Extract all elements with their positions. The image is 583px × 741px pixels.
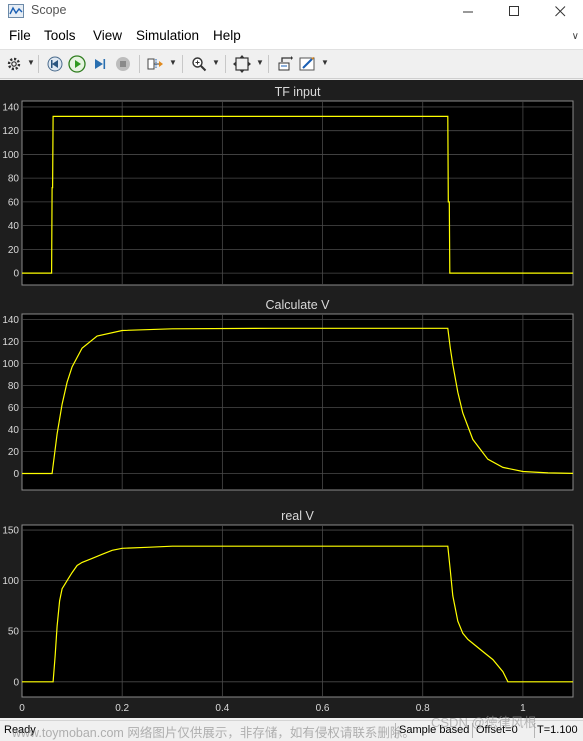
y-tick-label: 0 [13,677,19,688]
minimize-button[interactable] [445,0,491,22]
highlight-icon [299,57,315,71]
y-tick-label: 80 [8,381,20,392]
y-tick-label: 50 [8,627,20,638]
axes-background [21,100,574,286]
status-ready: Ready [4,724,36,736]
restore-layout-icon [278,56,293,71]
menu-view[interactable]: View [93,28,122,43]
status-sample-mode: Sample based [399,724,470,736]
status-time: T=1.100 [537,724,578,736]
x-tick-label: 0.4 [215,703,229,714]
y-tick-label: 140 [2,102,19,113]
x-tick-label: 0.8 [416,703,430,714]
toolbar-separator [38,55,39,73]
plot-title: Calculate V [266,298,331,312]
close-button[interactable] [537,0,583,22]
step-back-icon [47,56,63,72]
step-back-button[interactable] [45,54,65,74]
gear-icon [7,57,21,71]
x-tick-label: 0 [19,703,25,714]
highlight-dropdown-icon[interactable]: ▼ [321,59,329,67]
stop-button[interactable] [113,54,133,74]
settings-button[interactable] [4,54,24,74]
y-tick-label: 100 [2,359,19,370]
maximize-icon [508,5,519,16]
status-divider [395,723,396,738]
signal-select-dropdown-icon[interactable]: ▼ [169,59,177,67]
menu-tools[interactable]: Tools [44,28,76,43]
toolbar: ▼ ▼ ▼ ▼ ▼ [0,50,583,79]
y-tick-label: 40 [8,425,20,436]
plot-title: real V [281,509,314,523]
y-tick-label: 40 [8,221,20,232]
status-divider [472,723,473,738]
y-tick-label: 100 [2,150,19,161]
x-tick-label: 1 [520,703,526,714]
x-tick-label: 0.2 [115,703,129,714]
zoom-dropdown-icon[interactable]: ▼ [212,59,220,67]
menu-file[interactable]: File [9,28,31,43]
toolbar-separator [268,55,269,73]
axes-background [21,313,574,491]
x-tick-label: 0.6 [316,703,330,714]
menu-simulation[interactable]: Simulation [136,28,199,43]
run-icon [68,55,86,73]
title-bar: Scope [0,0,583,22]
scope-plot-area: TF input 0 20 40 60 80 100 120 140 Calculate V 0 20… [0,80,583,718]
signal-select-icon [147,58,163,70]
status-bar: Ready Sample based Offset=0 T=1.100 [0,720,583,740]
y-tick-label: 100 [2,576,19,587]
status-offset: Offset=0 [476,724,518,736]
autoscale-button[interactable] [232,54,252,74]
step-forward-icon [95,59,106,69]
y-tick-label: 80 [8,174,20,185]
toolbar-separator [225,55,226,73]
signal-select-button[interactable] [146,54,166,74]
axes-background [21,524,574,698]
autoscale-icon [233,55,251,73]
scope-app-icon [8,4,24,18]
y-tick-label: 120 [2,337,19,348]
y-tick-label: 20 [8,245,20,256]
menu-bar: File Tools View Simulation Help ∨ [0,22,583,50]
menu-collapse-icon[interactable]: ∨ [572,31,579,42]
scope-plots-svg: TF input020406080100120140Calculate V020… [0,80,583,718]
y-tick-label: 120 [2,126,19,137]
minimize-icon [462,11,473,12]
y-tick-label: 150 [2,526,19,537]
y-tick-label: 60 [8,197,20,208]
settings-dropdown-icon[interactable]: ▼ [27,59,35,67]
y-tick-label: 0 [13,269,19,280]
plot-title: TF input [275,85,321,99]
step-forward-button[interactable] [90,54,110,74]
menu-help[interactable]: Help [213,28,241,43]
y-tick-label: 20 [8,447,20,458]
y-tick-label: 0 [13,469,19,480]
toolbar-separator [139,55,140,73]
stop-icon [116,57,130,71]
toolbar-separator [182,55,183,73]
restore-layout-button[interactable] [275,54,295,74]
highlight-button[interactable] [298,54,318,74]
close-icon [554,5,565,16]
zoom-button[interactable] [189,54,209,74]
run-button[interactable] [67,54,87,74]
y-tick-label: 60 [8,403,20,414]
status-divider [534,723,535,738]
autoscale-dropdown-icon[interactable]: ▼ [256,59,264,67]
y-tick-label: 140 [2,315,19,326]
maximize-button[interactable] [491,0,537,22]
zoom-icon [192,57,207,72]
window-title: Scope [31,3,67,17]
